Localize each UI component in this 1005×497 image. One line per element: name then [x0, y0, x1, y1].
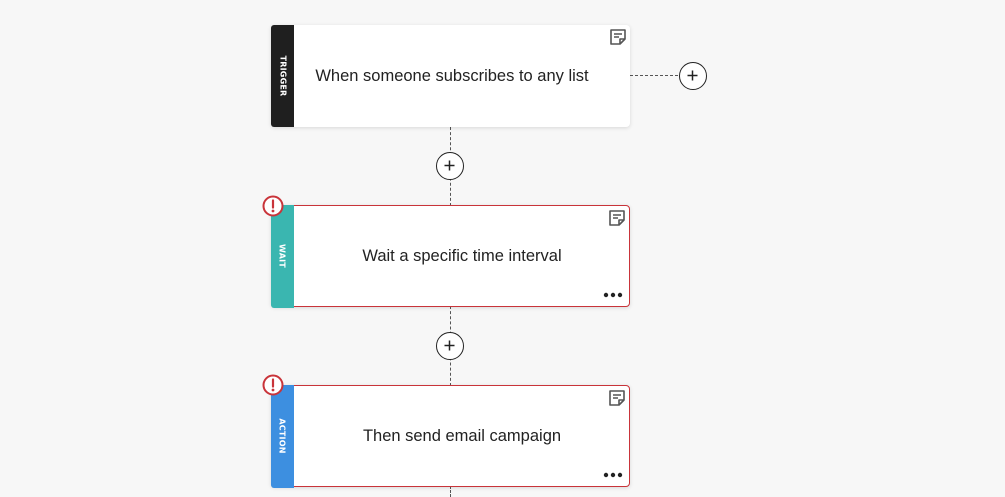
node-type-strip: TRIGGER: [271, 25, 294, 127]
trigger-node[interactable]: TRIGGER When someone subscribes to any l…: [271, 25, 630, 127]
connector-line: [450, 486, 451, 497]
note-icon[interactable]: [608, 27, 628, 47]
plus-circle-icon: [444, 160, 455, 171]
node-type-strip: WAIT: [270, 204, 294, 308]
exclamation-circle-icon: [262, 374, 284, 396]
note-icon[interactable]: [607, 388, 627, 408]
node-type-strip: ACTION: [270, 384, 294, 488]
node-title: Wait a specific time interval: [362, 246, 562, 265]
add-step-button[interactable]: [436, 152, 464, 180]
more-horizontal-icon[interactable]: [603, 470, 623, 480]
exclamation-circle-icon: [262, 195, 284, 217]
action-node[interactable]: ACTION Then send email campaign: [270, 384, 630, 488]
node-type-label: WAIT: [277, 244, 287, 268]
note-icon[interactable]: [607, 208, 627, 228]
node-type-label: TRIGGER: [278, 55, 287, 97]
plus-circle-icon: [687, 70, 698, 81]
node-title: When someone subscribes to any list: [315, 66, 589, 85]
add-step-button[interactable]: [436, 332, 464, 360]
more-horizontal-icon[interactable]: [603, 290, 623, 300]
wait-node[interactable]: WAIT Wait a specific time interval: [270, 204, 630, 308]
add-branch-button[interactable]: [679, 62, 707, 90]
branch-connector-line: [630, 75, 678, 76]
plus-circle-icon: [444, 340, 455, 351]
node-type-label: ACTION: [277, 418, 287, 454]
node-title: Then send email campaign: [362, 426, 562, 445]
automation-canvas: TRIGGER When someone subscribes to any l…: [0, 0, 1005, 497]
